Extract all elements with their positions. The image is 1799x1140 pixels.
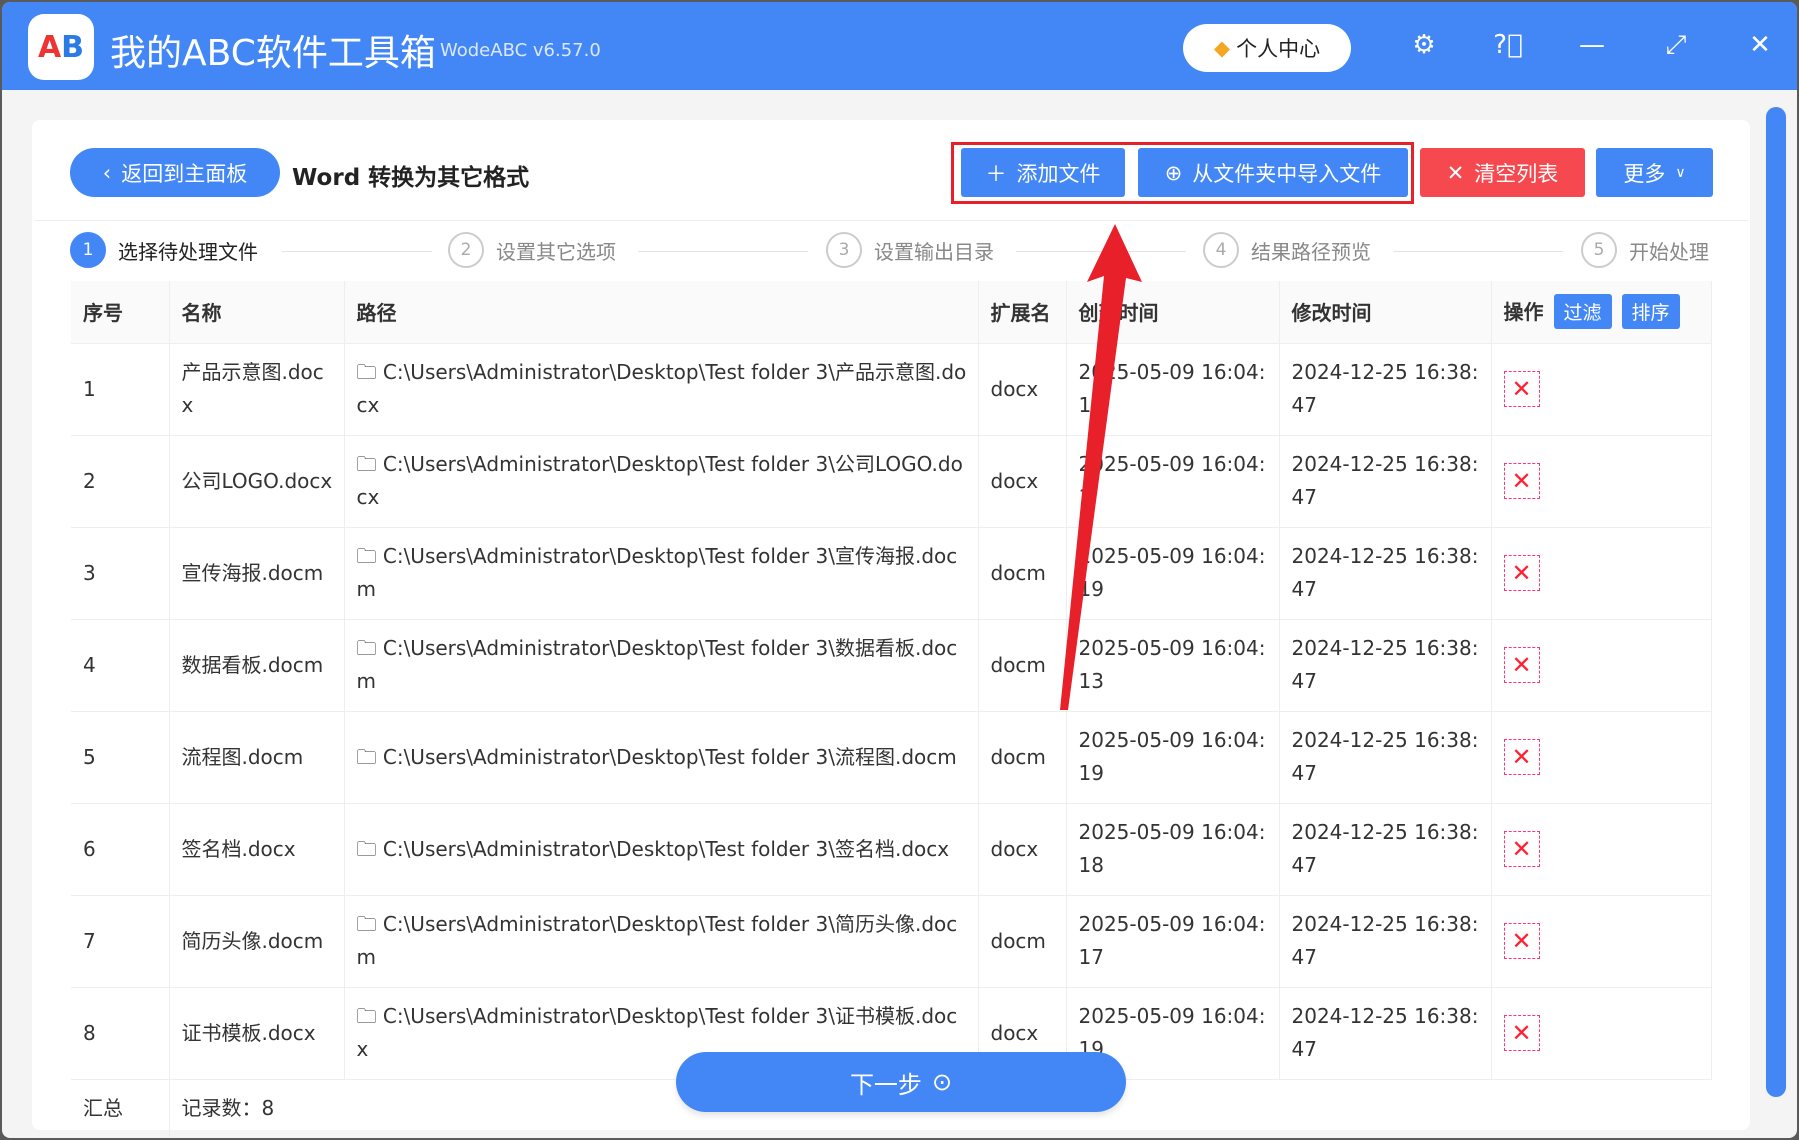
red-arrow-icon bbox=[1060, 224, 1142, 710]
app-window: AB 我的ABC软件工具箱 WodeABC v6.57.0 ◆ 个人中心 ⚙ ?⃝… bbox=[2, 2, 1797, 1138]
annotation-arrow bbox=[1060, 224, 1142, 710]
